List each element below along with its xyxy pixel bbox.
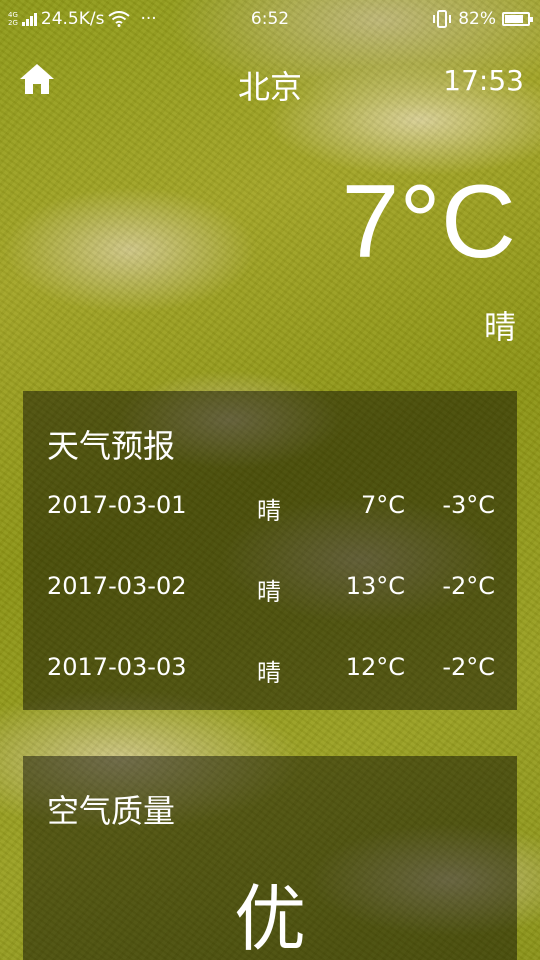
forecast-date: 2017-03-01 (47, 491, 187, 519)
air-quality-value: 优 (233, 877, 306, 960)
forecast-info: 晴 (257, 497, 281, 525)
battery-icon (502, 12, 533, 26)
forecast-max: 13°C (345, 572, 405, 600)
status-bar: 4G 2G 24.5K/s ··· 6:52 82% (0, 0, 540, 38)
forecast-min: -3°C (442, 491, 495, 519)
forecast-min: -2°C (442, 572, 495, 600)
aqi-card: 空气质量 优 (23, 756, 517, 960)
current-temperature: 7°C (341, 164, 516, 280)
forecast-max: 12°C (345, 653, 405, 681)
forecast-row: 2017-03-03 晴 12°C -2°C (23, 653, 517, 693)
forecast-card: 天气预报 2017-03-01 晴 7°C -3°C 2017-03-02 晴 … (23, 391, 517, 710)
battery-percent: 82% (458, 9, 496, 29)
aqi-title: 空气质量 (47, 792, 176, 830)
forecast-row: 2017-03-02 晴 13°C -2°C (23, 572, 517, 612)
forecast-max: 7°C (360, 491, 405, 519)
forecast-title: 天气预报 (47, 427, 176, 465)
vibrate-icon (433, 10, 452, 28)
forecast-min: -2°C (442, 653, 495, 681)
forecast-info: 晴 (257, 578, 281, 606)
current-weather-info: 晴 (483, 308, 516, 346)
status-right: 82% (432, 9, 533, 29)
forecast-date: 2017-03-02 (47, 572, 187, 600)
forecast-row: 2017-03-01 晴 7°C -3°C (23, 491, 517, 531)
forecast-info: 晴 (257, 659, 281, 687)
title-bar: 北京 17:53 (0, 58, 540, 108)
update-time: 17:53 (443, 64, 524, 97)
forecast-date: 2017-03-03 (47, 653, 187, 681)
